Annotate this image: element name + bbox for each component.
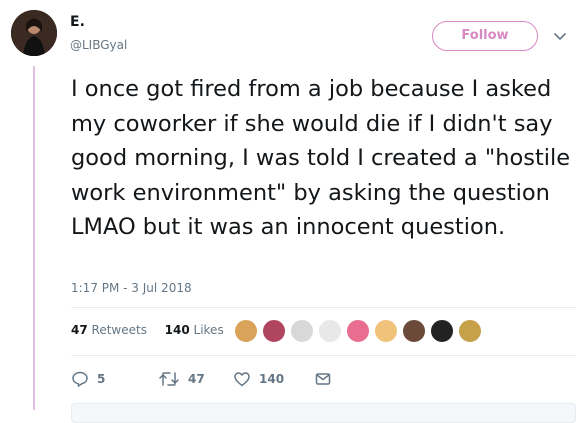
retweets-count[interactable]: 47 xyxy=(71,323,88,337)
reply-icon xyxy=(71,370,89,388)
like-button[interactable]: 140 xyxy=(233,369,284,389)
liker-avatar[interactable] xyxy=(346,319,370,343)
retweet-count: 47 xyxy=(188,372,205,386)
reply-count: 5 xyxy=(97,372,106,386)
tweet-text: I once got fired from a job because I as… xyxy=(71,76,571,240)
envelope-icon xyxy=(314,370,332,388)
reply-input-box[interactable] xyxy=(71,403,576,423)
liker-avatar[interactable] xyxy=(430,319,454,343)
liker-avatar[interactable] xyxy=(290,319,314,343)
chevron-down-icon[interactable] xyxy=(553,29,567,43)
direct-message-button[interactable] xyxy=(314,369,332,389)
liker-avatar[interactable] xyxy=(262,319,286,343)
retweet-icon xyxy=(158,370,180,388)
stats-divider-top xyxy=(71,307,576,308)
liker-avatar[interactable] xyxy=(458,319,482,343)
avatar[interactable] xyxy=(11,10,57,56)
heart-icon xyxy=(233,370,251,388)
liker-avatar[interactable] xyxy=(374,319,398,343)
liker-avatar[interactable] xyxy=(234,319,258,343)
retweets-label[interactable]: Retweets xyxy=(92,323,147,337)
follow-button[interactable]: Follow xyxy=(432,21,538,51)
thread-connector-line xyxy=(33,66,35,410)
user-handle[interactable]: @LIBGyal xyxy=(70,37,127,53)
stats-divider-bottom xyxy=(71,355,576,356)
display-name[interactable]: E. xyxy=(70,13,85,31)
retweet-button[interactable]: 47 xyxy=(158,369,205,389)
liker-avatar[interactable] xyxy=(318,319,342,343)
likes-label[interactable]: Likes xyxy=(194,323,224,337)
like-count: 140 xyxy=(259,372,285,386)
liker-avatar[interactable] xyxy=(402,319,426,343)
tweet-timestamp[interactable]: 1:17 PM - 3 Jul 2018 xyxy=(71,280,192,296)
engagement-stats: 47 Retweets 140 Likes xyxy=(71,322,224,338)
reply-button[interactable]: 5 xyxy=(71,369,105,389)
likes-count[interactable]: 140 xyxy=(165,323,190,337)
